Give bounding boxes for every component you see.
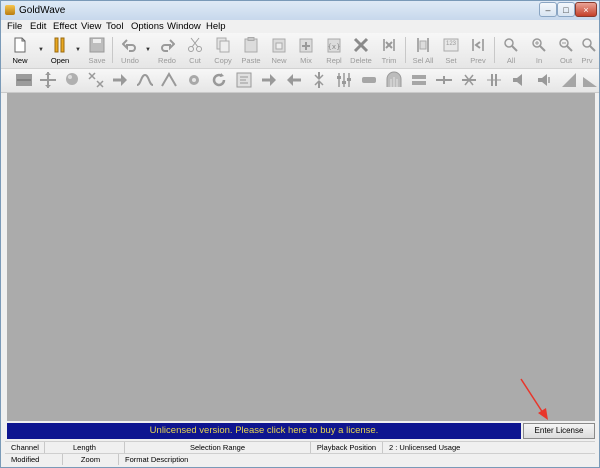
redo-icon <box>161 39 175 52</box>
save-icon <box>89 37 105 53</box>
main-toolbar: New ▼ Open ▼ Save Undo ▼ Redo Cut Copy P… <box>1 33 599 69</box>
close-button[interactable]: × <box>575 2 597 17</box>
status-selection-range: Selection Range <box>125 442 311 453</box>
replace-icon: {x} <box>327 38 341 53</box>
zoom-out-button[interactable]: Out <box>554 34 578 67</box>
menu-options[interactable]: Options <box>131 20 164 33</box>
effect-volume-bar-icon[interactable] <box>360 71 378 89</box>
open-dropdown-chevron-icon[interactable]: ▼ <box>75 47 81 53</box>
status-usage: 2 : Unlicensed Usage <box>389 443 461 452</box>
status-format-description: Format Description <box>125 455 189 464</box>
paste-button[interactable]: Paste <box>239 34 263 67</box>
menu-effect[interactable]: Effect <box>53 20 77 33</box>
effect-curve-icon[interactable] <box>136 71 154 89</box>
status-playback-position: Playback Position <box>311 442 383 453</box>
minimize-button[interactable]: – <box>539 2 557 17</box>
open-button[interactable]: Open <box>48 34 72 67</box>
undo-dropdown-chevron-icon[interactable]: ▼ <box>145 47 151 53</box>
undo-icon <box>122 39 136 52</box>
status-bar-row-2: Modified Zoom Format Description <box>5 453 595 465</box>
title-bar: GoldWave – □ × <box>1 1 599 20</box>
effect-refresh-icon[interactable] <box>210 71 228 89</box>
menu-edit[interactable]: Edit <box>30 20 46 33</box>
effect-equalizer-icon[interactable] <box>235 71 253 89</box>
trim-button[interactable]: Trim <box>377 34 401 67</box>
effect-noise-reduction-icon[interactable] <box>460 71 478 89</box>
mix-button[interactable]: Mix <box>294 34 318 67</box>
open-icon <box>54 37 65 53</box>
effect-volume-icon[interactable] <box>535 71 553 89</box>
mix-icon <box>299 38 313 53</box>
zoom-prev-button[interactable]: Prv <box>577 34 597 67</box>
window-title: GoldWave <box>19 5 66 16</box>
effect-sliders-icon[interactable] <box>335 71 353 89</box>
new-file-icon <box>14 37 26 53</box>
menu-view[interactable]: View <box>81 20 101 33</box>
menu-file[interactable]: File <box>7 20 22 33</box>
select-all-icon <box>417 38 429 52</box>
effect-stereo-icon[interactable] <box>410 71 428 89</box>
scissors-icon <box>188 37 202 52</box>
paste-new-icon <box>272 38 286 53</box>
goldwave-logo-icon <box>5 5 15 15</box>
new-dropdown-chevron-icon[interactable]: ▼ <box>38 47 44 53</box>
menu-tool[interactable]: Tool <box>106 20 123 33</box>
copy-icon <box>216 37 230 53</box>
prev-undo-icon <box>472 39 484 51</box>
effect-arrow-right-icon[interactable] <box>111 71 129 89</box>
delete-button[interactable]: Delete <box>349 34 373 67</box>
zoom-all-icon <box>504 38 518 52</box>
zoom-prev-icon <box>582 38 596 52</box>
undo-button[interactable]: Undo <box>118 34 142 67</box>
app-window: GoldWave – □ × File Edit Effect View Too… <box>0 0 600 468</box>
redo-button[interactable]: Redo <box>155 34 179 67</box>
copy-button[interactable]: Copy <box>211 34 235 67</box>
effect-fade-in-icon[interactable] <box>560 71 578 89</box>
maximize-button[interactable]: □ <box>557 2 575 17</box>
status-bar-row-1: Channel Length Selection Range Playback … <box>5 441 595 453</box>
prev-button[interactable]: Prev <box>466 34 490 67</box>
zoom-out-icon <box>559 38 573 52</box>
new-button[interactable]: New <box>8 34 32 67</box>
status-zoom: Zoom <box>63 454 119 465</box>
trim-icon <box>383 39 395 51</box>
menu-bar: File Edit Effect View Tool Options Windo… <box>1 20 599 33</box>
effect-gear-icon[interactable] <box>185 71 203 89</box>
effect-move-arrows-icon[interactable] <box>39 71 57 89</box>
effect-channel-swap-icon[interactable] <box>87 71 105 89</box>
effect-back-icon[interactable] <box>285 71 303 89</box>
buy-license-banner[interactable]: Unlicensed version. Please click here to… <box>7 423 521 439</box>
paste-icon <box>244 37 258 53</box>
effect-pitch-icon[interactable] <box>160 71 178 89</box>
effect-waveform-icon[interactable] <box>15 71 33 89</box>
menu-help[interactable]: Help <box>206 20 226 33</box>
effect-ball-icon[interactable] <box>63 71 81 89</box>
effect-forward-icon[interactable] <box>260 71 278 89</box>
effect-speaker-icon[interactable] <box>510 71 528 89</box>
enter-license-button[interactable]: Enter License <box>523 423 595 439</box>
svg-text:{x}: {x} <box>327 43 340 51</box>
select-all-button[interactable]: Sel All <box>411 34 435 67</box>
effect-pop-filter-icon[interactable] <box>485 71 503 89</box>
sound-workspace[interactable] <box>7 93 595 421</box>
delete-x-icon <box>353 37 369 53</box>
effect-compress-icon[interactable] <box>310 71 328 89</box>
effects-toolbar <box>1 69 599 93</box>
effect-offset-icon[interactable] <box>435 71 453 89</box>
save-button[interactable]: Save <box>85 34 109 67</box>
effect-fade-out-icon[interactable] <box>581 71 599 89</box>
annotation-arrow-icon <box>520 378 548 420</box>
menu-window[interactable]: Window <box>167 20 201 33</box>
zoom-in-icon <box>532 38 546 52</box>
zoom-all-button[interactable]: All <box>499 34 523 67</box>
status-modified: Modified <box>5 454 63 465</box>
status-length: Length <box>45 442 125 453</box>
effect-filter-icon[interactable] <box>385 71 403 89</box>
cut-button[interactable]: Cut <box>183 34 207 67</box>
status-channel: Channel <box>5 442 45 453</box>
set-icon-text: 123 <box>445 41 456 47</box>
